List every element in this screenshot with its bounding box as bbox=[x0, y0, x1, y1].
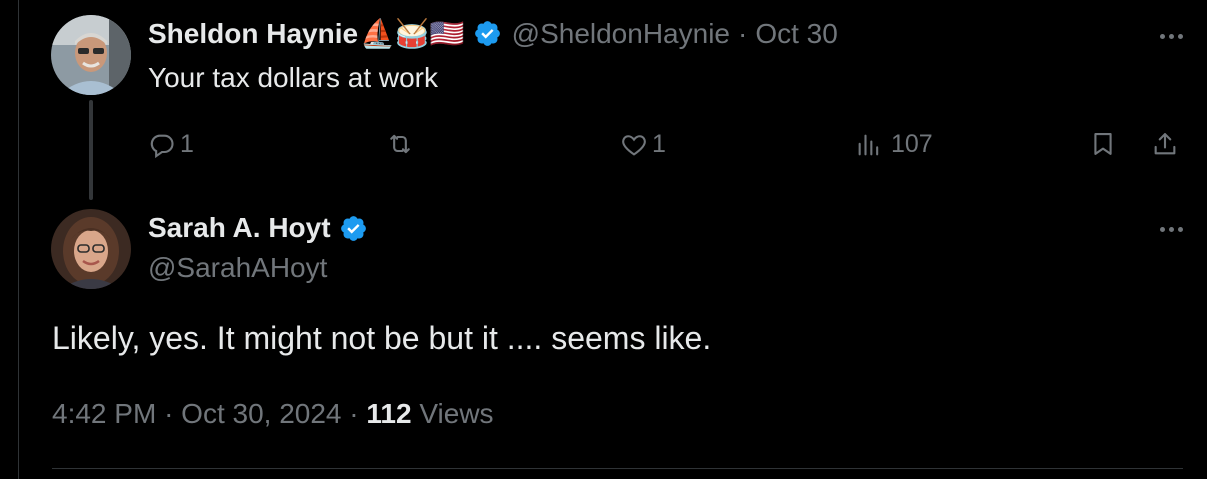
bookmark-button[interactable] bbox=[1089, 130, 1117, 158]
separator-dot: · bbox=[349, 398, 359, 429]
verified-badge-icon[interactable] bbox=[473, 19, 502, 48]
handle[interactable]: @SheldonHaynie bbox=[512, 18, 730, 50]
reply-tweet-header: Sheldon Haynie ⛵🥁🇺🇸 @SheldonHaynie · Oct… bbox=[148, 17, 838, 50]
verified-badge-icon[interactable] bbox=[339, 214, 368, 243]
share-button[interactable] bbox=[1151, 130, 1179, 158]
bookmark-icon bbox=[1094, 133, 1112, 155]
avatar-sarah-image bbox=[51, 209, 131, 289]
tweet-date[interactable]: Oct 30 bbox=[755, 18, 837, 50]
reply-tweet-text: Your tax dollars at work bbox=[148, 62, 438, 93]
column-border bbox=[18, 0, 19, 479]
tweet-thread: Sheldon Haynie ⛵🥁🇺🇸 @SheldonHaynie · Oct… bbox=[0, 0, 1207, 479]
heart-icon bbox=[622, 134, 646, 156]
reply-icon bbox=[150, 134, 174, 158]
avatar[interactable] bbox=[51, 15, 131, 95]
like-button[interactable]: 1 bbox=[620, 130, 666, 159]
more-icon[interactable] bbox=[1160, 34, 1183, 39]
views-button[interactable]: 107 bbox=[855, 130, 933, 159]
main-tweet-text: Likely, yes. It might not be but it ....… bbox=[52, 320, 712, 356]
tweet-metadata: 4:42 PM · Oct 30, 2024 · 112 Views bbox=[52, 398, 494, 430]
reply-count: 1 bbox=[180, 130, 194, 158]
more-icon[interactable] bbox=[1160, 227, 1183, 232]
views-count: 112 bbox=[366, 398, 412, 429]
tweet-date[interactable]: Oct 30, 2024 bbox=[181, 398, 341, 429]
views-label: Views bbox=[419, 398, 494, 429]
main-tweet-handle-row: @SarahAHoyt bbox=[148, 252, 327, 284]
tweet-time[interactable]: 4:42 PM bbox=[52, 398, 156, 429]
display-name[interactable]: Sheldon Haynie bbox=[148, 18, 358, 50]
avatar[interactable] bbox=[51, 209, 131, 289]
separator-dot: · bbox=[164, 398, 174, 429]
action-bar: 1 1 107 bbox=[0, 125, 1207, 165]
main-tweet-header: Sarah A. Hoyt bbox=[148, 212, 368, 244]
views-icon bbox=[858, 134, 879, 155]
reply-button[interactable]: 1 bbox=[148, 130, 194, 159]
separator-dot: · bbox=[737, 17, 748, 49]
handle[interactable]: @SarahAHoyt bbox=[148, 252, 327, 284]
views-count: 107 bbox=[891, 130, 933, 158]
name-emojis: ⛵🥁🇺🇸 bbox=[360, 18, 465, 49]
avatar-sheldon-image bbox=[51, 15, 131, 95]
retweet-button[interactable] bbox=[386, 130, 418, 158]
retweet-icon bbox=[390, 134, 410, 154]
like-count: 1 bbox=[652, 130, 666, 158]
display-name[interactable]: Sarah A. Hoyt bbox=[148, 212, 331, 244]
divider bbox=[52, 468, 1183, 469]
share-icon bbox=[1154, 133, 1176, 155]
